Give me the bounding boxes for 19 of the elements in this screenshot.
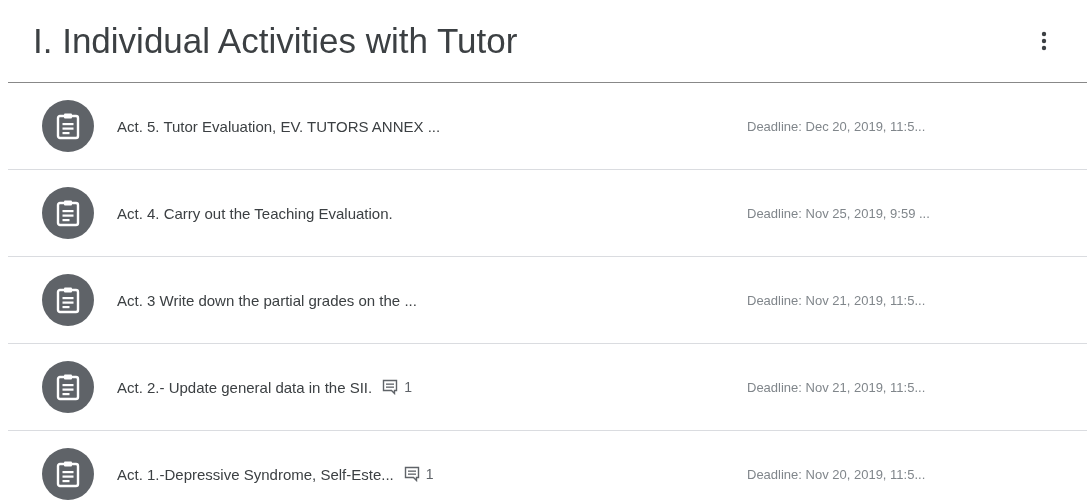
assignment-title[interactable]: Act. 2.- Update general data in the SII.	[117, 378, 373, 396]
assignment-icon	[42, 361, 94, 413]
assignment-title[interactable]: Act. 4. Carry out the Teaching Evaluation.	[117, 204, 393, 222]
assignment-icon	[42, 187, 94, 239]
assignment-title[interactable]: Act. 3 Write down the partial grades on the ...	[117, 291, 417, 309]
assignment-title[interactable]: Act. 5. Tutor Evaluation, EV. TUTORS ANNEX ...	[117, 117, 441, 135]
comment-icon	[382, 379, 399, 395]
deadline-text: Deadline: Nov 25, 2019, 9:59 ...	[747, 205, 930, 221]
deadline-text: Deadline: Nov 21, 2019, 11:5...	[747, 292, 926, 308]
topic-title: I. Individual Activities with Tutor	[33, 21, 518, 61]
comment-count: 1	[425, 466, 434, 482]
deadline-text: Deadline: Nov 21, 2019, 11:5...	[747, 379, 926, 395]
assignment-icon	[42, 274, 94, 326]
assignment-title[interactable]: Act. 1.-Depressive Syndrome, Self-Este...	[117, 465, 394, 483]
deadline-text: Deadline: Dec 20, 2019, 11:5...	[747, 118, 926, 134]
comment-icon	[403, 466, 420, 482]
assignment-icon	[42, 100, 94, 152]
deadline-text: Deadline: Nov 20, 2019, 11:5...	[747, 466, 926, 482]
comment-count: 1	[404, 379, 412, 395]
